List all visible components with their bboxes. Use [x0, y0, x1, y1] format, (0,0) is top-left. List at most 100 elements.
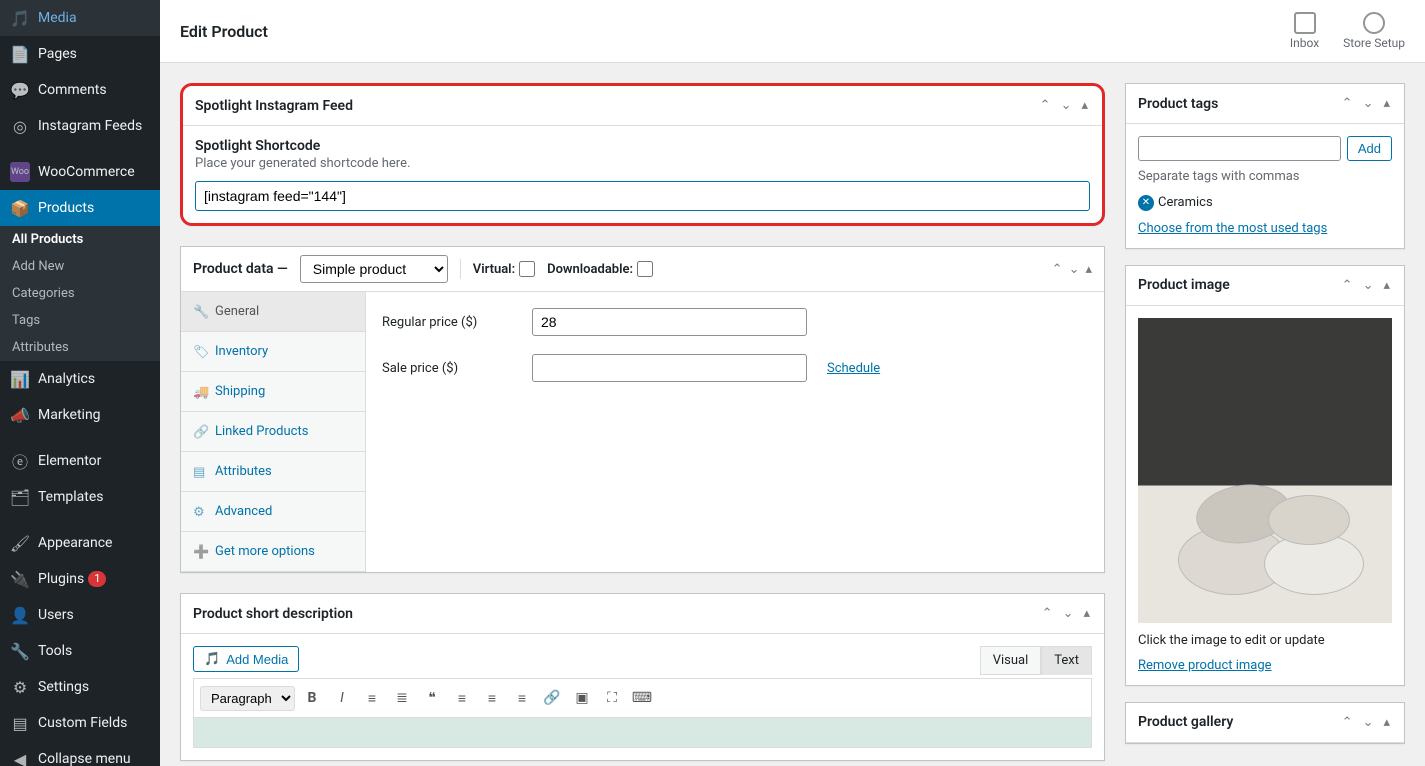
tag-chip: ✕ Ceramics — [1138, 195, 1213, 211]
quote-button[interactable]: ❝ — [419, 685, 445, 711]
toggle-icon[interactable]: ▴ — [1079, 96, 1090, 115]
move-down-icon[interactable]: ⌄ — [1361, 94, 1376, 113]
products-icon: 📦 — [10, 198, 30, 218]
italic-button[interactable]: I — [329, 685, 355, 711]
toggle-icon[interactable]: ▴ — [1085, 262, 1092, 277]
image-note: Click the image to edit or update — [1138, 633, 1392, 648]
menu-comments[interactable]: 💬Comments — [0, 72, 160, 108]
menu-media[interactable]: 🎵Media — [0, 0, 160, 36]
menu-templates[interactable]: 🗂Templates — [0, 479, 160, 515]
align-right-button[interactable]: ≡ — [509, 685, 535, 711]
tab-inventory[interactable]: 🏷Inventory — [181, 332, 365, 372]
tab-shipping[interactable]: 🚚Shipping — [181, 372, 365, 412]
menu-collapse[interactable]: ◀Collapse menu — [0, 741, 160, 766]
tab-attributes[interactable]: ▤Attributes — [181, 452, 365, 492]
move-up-icon[interactable]: ⌃ — [1340, 94, 1355, 113]
submenu-tags[interactable]: Tags — [0, 307, 160, 334]
tags-title: Product tags — [1138, 96, 1218, 112]
menu-appearance[interactable]: 🖌Appearance — [0, 525, 160, 561]
inbox-button[interactable]: Inbox — [1290, 12, 1319, 50]
move-down-icon[interactable]: ⌄ — [1061, 604, 1076, 623]
move-down-icon[interactable]: ⌄ — [1361, 713, 1376, 732]
menu-plugins[interactable]: 🔌Plugins1 — [0, 561, 160, 597]
editor-tab-visual[interactable]: Visual — [980, 646, 1042, 675]
link-icon: 🔗 — [193, 425, 207, 439]
remove-tag-icon[interactable]: ✕ — [1138, 195, 1154, 211]
add-tag-button[interactable]: Add — [1347, 136, 1392, 161]
main-area: Edit Product Inbox Store Setup Spotlight… — [160, 0, 1425, 766]
submenu-all-products[interactable]: All Products — [0, 226, 160, 253]
editor-toolbar: Paragraph B I ≡ ≣ ❝ ≡ ≡ ≡ 🔗 ▣ ⛶ — [193, 678, 1092, 718]
shortcode-desc: Place your generated shortcode here. — [195, 156, 1090, 171]
menu-products[interactable]: 📦Products — [0, 190, 160, 226]
move-up-icon[interactable]: ⌃ — [1340, 276, 1355, 295]
move-down-icon[interactable]: ⌄ — [1059, 96, 1074, 115]
product-image[interactable] — [1138, 318, 1392, 623]
menu-elementor[interactable]: ⓔElementor — [0, 443, 160, 479]
downloadable-label: Downloadable: — [547, 261, 653, 277]
store-setup-button[interactable]: Store Setup — [1343, 12, 1405, 50]
regular-price-label: Regular price ($) — [382, 315, 512, 330]
editor-area[interactable] — [193, 718, 1092, 748]
menu-instagram[interactable]: ◎Instagram Feeds — [0, 108, 160, 144]
submenu-categories[interactable]: Categories — [0, 280, 160, 307]
toggle-icon[interactable]: ▴ — [1381, 94, 1392, 113]
remove-image-link[interactable]: Remove product image — [1138, 658, 1272, 673]
menu-custom-fields[interactable]: ▤Custom Fields — [0, 705, 160, 741]
link-button[interactable]: 🔗 — [539, 685, 565, 711]
store-setup-icon — [1363, 12, 1385, 34]
admin-sidebar: 🎵Media 📄Pages 💬Comments ◎Instagram Feeds… — [0, 0, 160, 766]
users-icon: 👤 — [10, 605, 30, 625]
submenu-attributes[interactable]: Attributes — [0, 334, 160, 361]
editor-tab-text[interactable]: Text — [1041, 646, 1092, 675]
virtual-label: Virtual: — [473, 261, 535, 277]
plus-icon: ➕ — [193, 545, 207, 559]
menu-settings[interactable]: ⚙Settings — [0, 669, 160, 705]
menu-woocommerce[interactable]: WooWooCommerce — [0, 154, 160, 190]
add-media-button[interactable]: 🎵Add Media — [193, 646, 299, 672]
numberlist-button[interactable]: ≣ — [389, 685, 415, 711]
downloadable-checkbox[interactable] — [637, 261, 653, 277]
tab-advanced[interactable]: ⚙Advanced — [181, 492, 365, 532]
toggle-icon[interactable]: ▴ — [1381, 713, 1392, 732]
sale-price-input[interactable] — [532, 354, 807, 382]
move-down-icon[interactable]: ⌄ — [1361, 276, 1376, 295]
move-up-icon[interactable]: ⌃ — [1040, 604, 1055, 623]
gallery-title: Product gallery — [1138, 714, 1233, 730]
move-up-icon[interactable]: ⌃ — [1340, 713, 1355, 732]
comments-icon: 💬 — [10, 80, 30, 100]
collapse-icon: ◀ — [10, 749, 30, 766]
short-desc-title: Product short description — [193, 606, 353, 622]
move-up-icon[interactable]: ⌃ — [1038, 96, 1053, 115]
tab-linked[interactable]: 🔗Linked Products — [181, 412, 365, 452]
bulletlist-button[interactable]: ≡ — [359, 685, 385, 711]
shortcode-input[interactable] — [195, 181, 1090, 211]
menu-marketing[interactable]: 📣Marketing — [0, 397, 160, 433]
menu-tools[interactable]: 🔧Tools — [0, 633, 160, 669]
more-button[interactable]: ▣ — [569, 685, 595, 711]
tab-general[interactable]: 🔧General — [181, 292, 365, 332]
move-down-icon[interactable]: ⌄ — [1069, 262, 1080, 277]
toggle-icon[interactable]: ▴ — [1381, 276, 1392, 295]
align-left-button[interactable]: ≡ — [449, 685, 475, 711]
align-center-button[interactable]: ≡ — [479, 685, 505, 711]
most-used-tags-link[interactable]: Choose from the most used tags — [1138, 221, 1327, 236]
tag-input[interactable] — [1138, 136, 1341, 161]
menu-analytics[interactable]: 📊Analytics — [0, 361, 160, 397]
toggle-icon[interactable]: ▴ — [1081, 604, 1092, 623]
regular-price-input[interactable] — [532, 308, 807, 336]
toolbar-toggle-button[interactable]: ⌨ — [629, 685, 655, 711]
submenu-add-new[interactable]: Add New — [0, 253, 160, 280]
schedule-link[interactable]: Schedule — [827, 361, 880, 376]
fullscreen-button[interactable]: ⛶ — [599, 685, 625, 711]
tab-more[interactable]: ➕Get more options — [181, 532, 365, 572]
wrench-icon: 🔧 — [193, 305, 207, 319]
virtual-checkbox[interactable] — [519, 261, 535, 277]
bold-button[interactable]: B — [299, 685, 325, 711]
menu-pages[interactable]: 📄Pages — [0, 36, 160, 72]
move-up-icon[interactable]: ⌃ — [1052, 262, 1063, 277]
product-tags-panel: Product tags ⌃⌄▴ Add Separate tags with … — [1125, 83, 1405, 249]
menu-users[interactable]: 👤Users — [0, 597, 160, 633]
format-select[interactable]: Paragraph — [200, 686, 295, 711]
product-type-select[interactable]: Simple product — [300, 255, 448, 283]
